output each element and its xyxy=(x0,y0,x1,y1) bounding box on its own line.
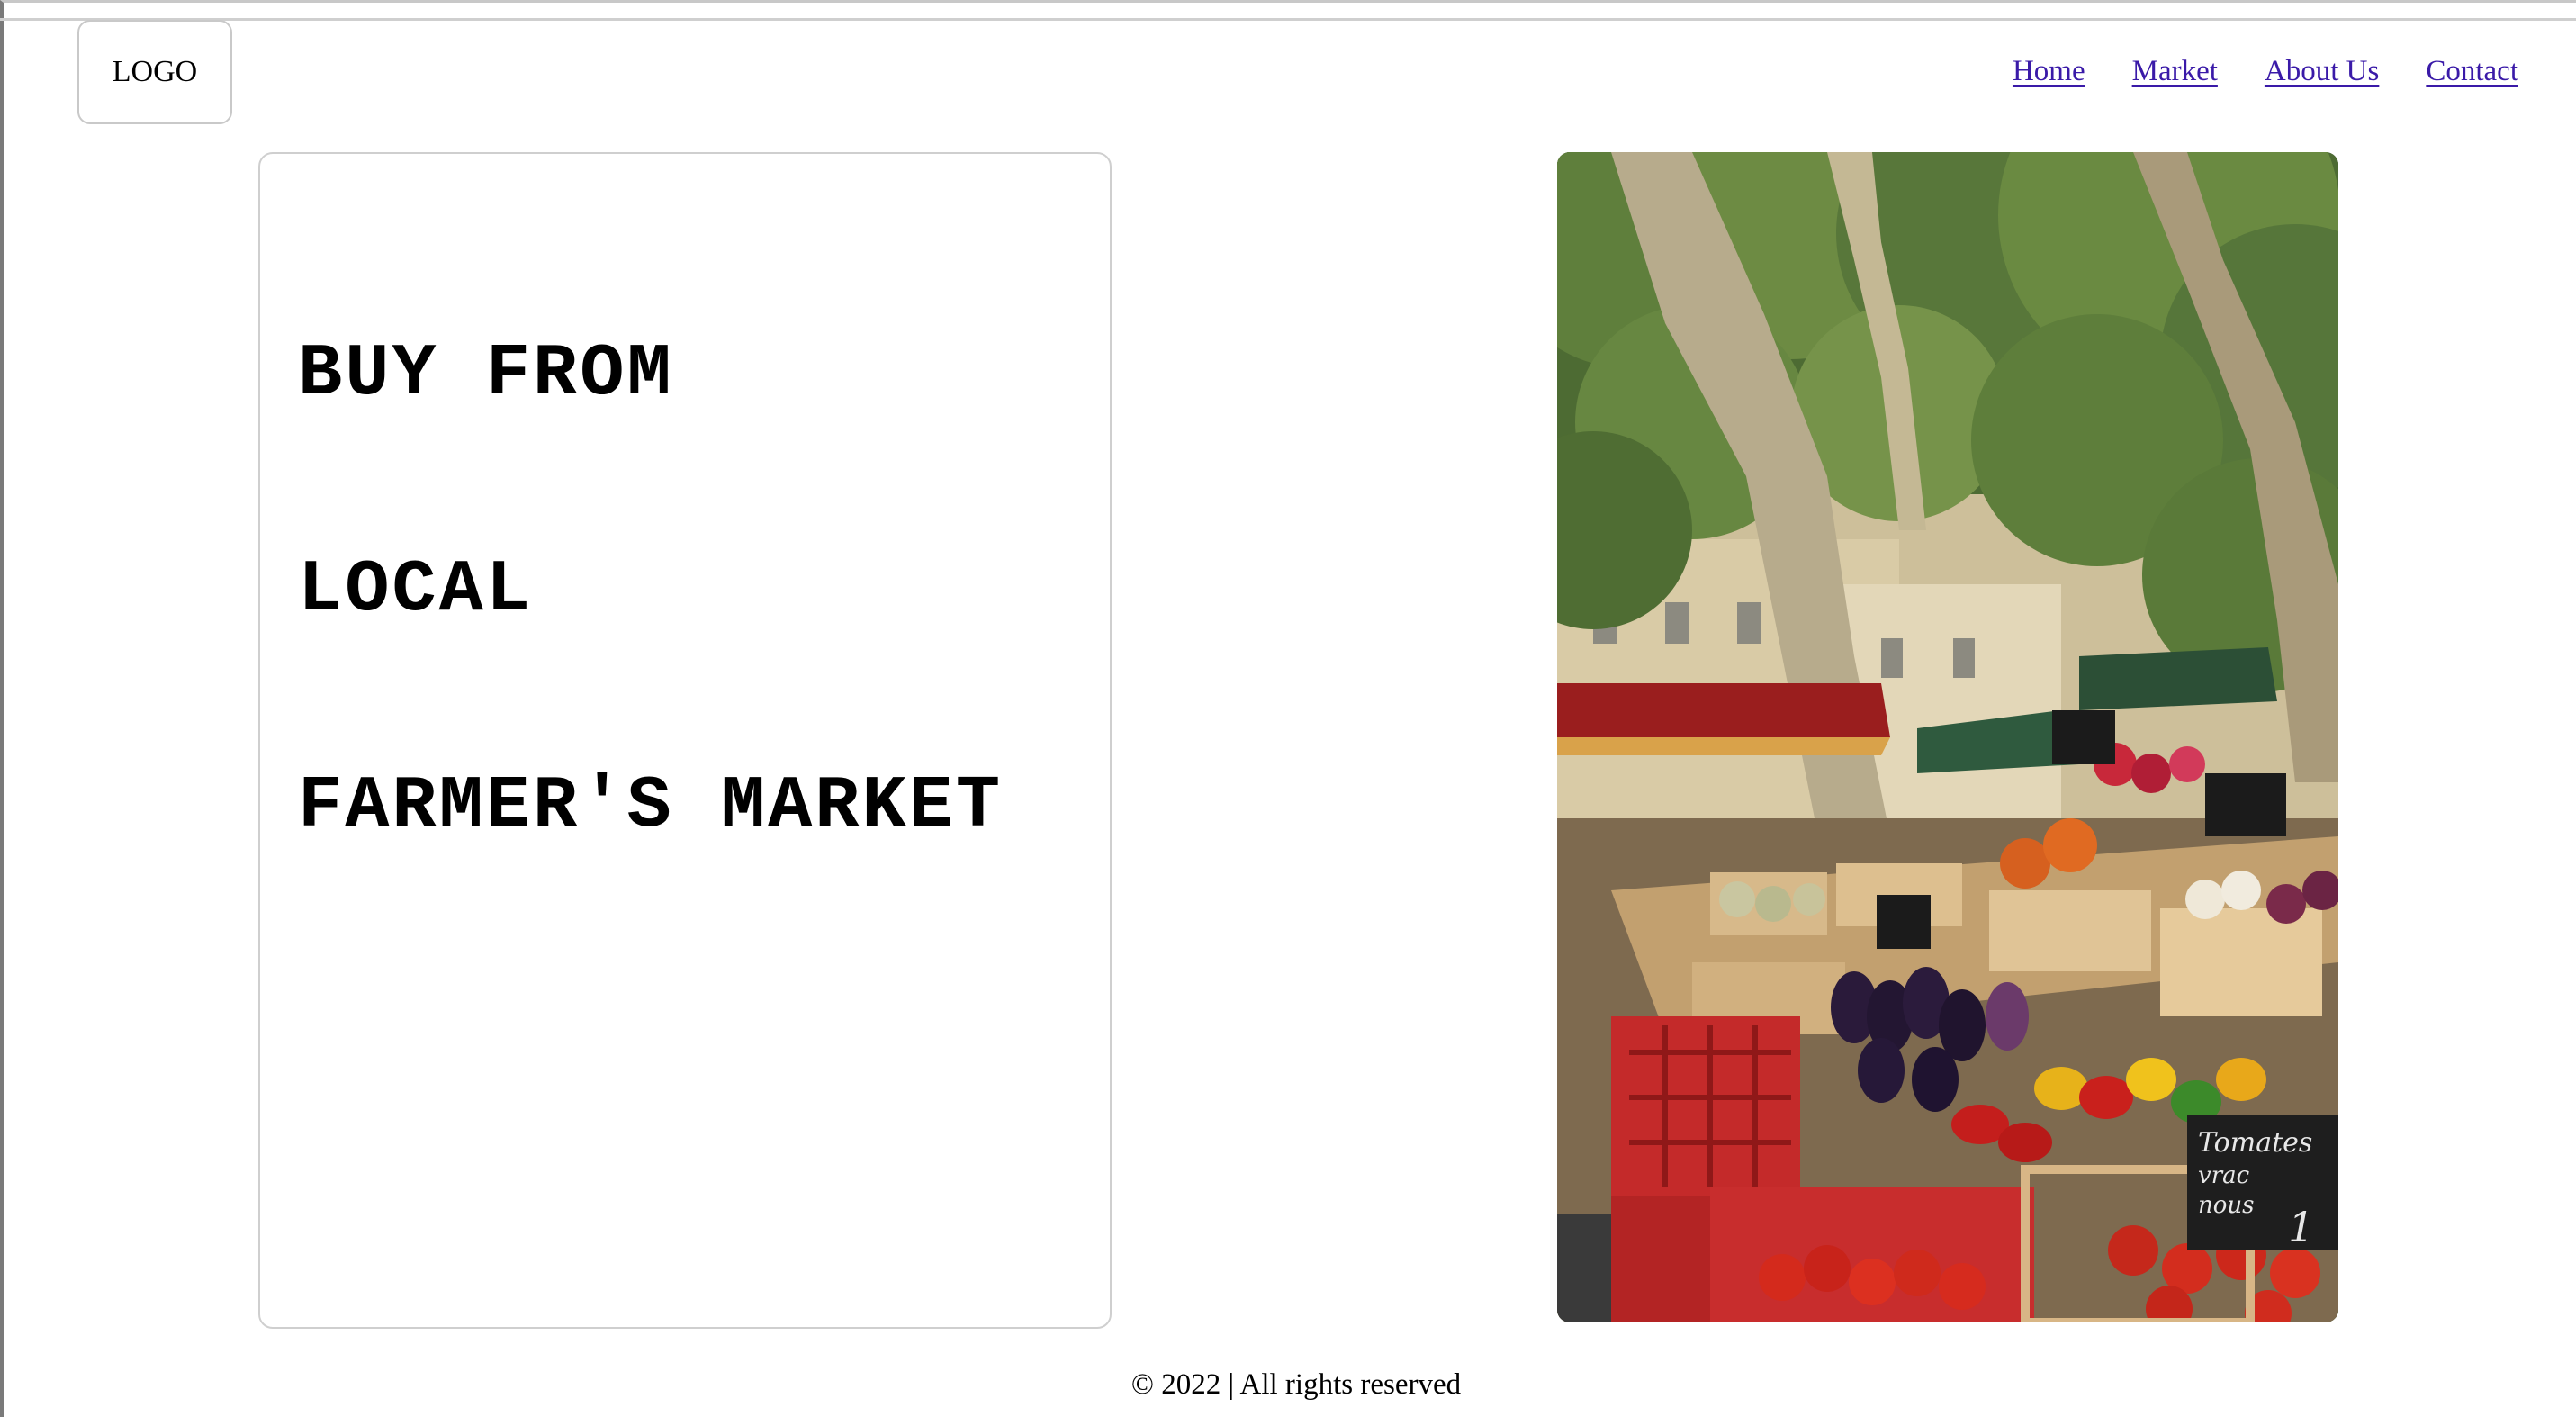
logo[interactable]: LOGO xyxy=(77,20,232,124)
header-divider xyxy=(0,18,2576,21)
market-photo-illustration: Tomates vrac nous 1 xyxy=(1557,152,2338,1322)
hero-card: BUY FROM LOCAL FARMER'S MARKET xyxy=(258,152,1112,1329)
hero-headline-line-2: LOCAL xyxy=(298,548,534,632)
main-nav: Home Market About Us Contact xyxy=(2013,50,2518,92)
nav-link-home[interactable]: Home xyxy=(2013,55,2085,88)
footer-copyright: © 2022 | All rights reserved xyxy=(1130,1368,1462,1401)
sign-text-1: Tomates xyxy=(2198,1127,2312,1159)
hero-headline-line-3: FARMER'S MARKET xyxy=(298,764,1004,848)
hero-headline-line-1: BUY FROM xyxy=(298,332,674,416)
sign-text-4: 1 xyxy=(2288,1203,2314,1251)
logo-label: LOGO xyxy=(112,55,198,88)
market-photo: Tomates vrac nous 1 xyxy=(1557,152,2338,1322)
sign-text-3: nous xyxy=(2198,1192,2255,1219)
nav-link-market[interactable]: Market xyxy=(2132,55,2218,88)
site-footer: © 2022 | All rights reserved xyxy=(0,1368,2576,1402)
sign-text-2: vrac xyxy=(2198,1162,2250,1189)
nav-link-about-us[interactable]: About Us xyxy=(2265,55,2379,88)
nav-link-contact[interactable]: Contact xyxy=(2426,55,2518,88)
